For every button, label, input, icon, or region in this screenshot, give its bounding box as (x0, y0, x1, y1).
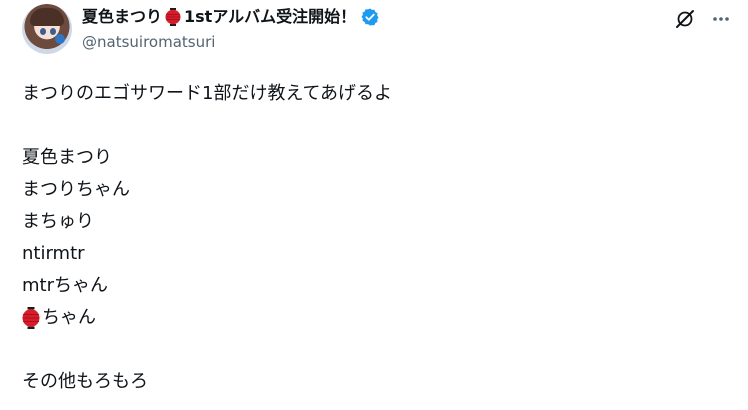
display-name-prefix[interactable]: 夏色まつり (82, 7, 162, 27)
tweet-line-text: ちゃん (42, 307, 96, 328)
tweet-line-text: まつりのエゴサワード1部だけ教えてあげるよ (22, 83, 393, 104)
tweet-line-text: その他もろもろ (22, 371, 148, 392)
lantern-icon (165, 8, 181, 26)
tweet-line-text: 夏色まつり (22, 147, 112, 168)
tweet-line: まつりちゃん (22, 174, 392, 206)
name-row[interactable]: 夏色まつり 1stアルバム受注開始！ (82, 5, 380, 29)
tweet-line: mtrちゃん (22, 270, 392, 302)
more-glyph (713, 17, 729, 21)
tweet-line-text: mtrちゃん (22, 275, 108, 296)
lantern-icon (22, 307, 40, 329)
tweet-line: まつりのエゴサワード1部だけ教えてあげるよ (22, 78, 392, 110)
tweet-line: まちゅり (22, 206, 392, 238)
tweet-card: 夏色まつり 1stアルバム受注開始！ @natsuiromatsuri まつりの… (0, 0, 748, 410)
tweet-line-text: まちゅり (22, 211, 94, 232)
tweet-line: ちゃん (22, 302, 392, 334)
grok-icon[interactable] (674, 8, 696, 30)
tweet-line: ntirmtr (22, 238, 392, 270)
tweet-text: まつりのエゴサワード1部だけ教えてあげるよ 夏色まつり まつりちゃん まちゅり … (22, 78, 392, 398)
tweet-header: 夏色まつり 1stアルバム受注開始！ @natsuiromatsuri (82, 5, 380, 52)
tweet-line-text: まつりちゃん (22, 179, 130, 200)
tweet-line: 夏色まつり (22, 142, 392, 174)
avatar-eye-left (40, 28, 46, 35)
avatar[interactable] (22, 4, 72, 54)
verified-badge-icon (361, 8, 379, 26)
avatar-eye-right (50, 28, 56, 35)
avatar-ribbon (55, 34, 65, 44)
tweet-line: その他もろもろ (22, 366, 392, 398)
avatar-hair (30, 8, 64, 26)
display-name-suffix[interactable]: 1stアルバム受注開始！ (184, 7, 356, 27)
handle[interactable]: @natsuiromatsuri (82, 32, 380, 52)
more-icon[interactable] (710, 8, 732, 30)
tweet-line-text: ntirmtr (22, 243, 85, 264)
grok-glyph (676, 10, 694, 28)
tweet-actions (674, 8, 732, 30)
